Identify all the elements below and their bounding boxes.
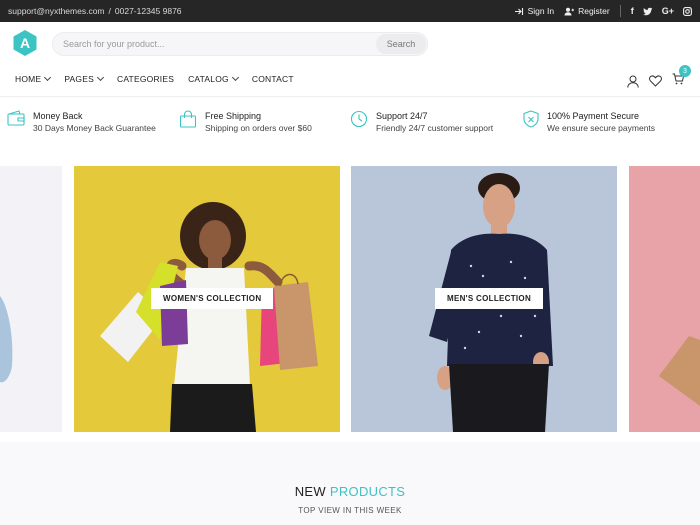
sign-in-link[interactable]: Sign In: [514, 6, 554, 16]
site-logo[interactable]: A: [12, 29, 38, 57]
nav-item-pages[interactable]: PAGES: [64, 73, 105, 84]
wallet-icon: [7, 110, 25, 126]
banner-partial-left[interactable]: [0, 166, 62, 432]
social-links: f G+: [631, 6, 692, 16]
search-bar: Search: [52, 32, 428, 56]
feature-subtitle: We ensure secure payments: [547, 123, 656, 133]
search-button[interactable]: Search: [376, 34, 426, 54]
nav-item-home[interactable]: HOME: [15, 73, 52, 84]
top-bar: support@nyxthemes.com / 0027-12345 9876 …: [0, 0, 700, 22]
header-actions: 3: [627, 65, 691, 90]
nav-item-label: CONTACT: [251, 74, 294, 84]
features-strip: Money Back 30 Days Money Back Guarantee …: [0, 110, 700, 144]
model-photo: [629, 166, 700, 432]
sign-in-label: Sign In: [527, 6, 555, 16]
section-title-accent: PRODUCTS: [329, 484, 406, 499]
banner-label: MEN'S COLLECTION: [435, 288, 544, 309]
nav-item-label: CATEGORIES: [116, 74, 175, 84]
feature-title: Money Back: [33, 111, 83, 121]
feature-payment-secure: 100% Payment Secure We ensure secure pay…: [523, 110, 655, 134]
header-divider: [0, 96, 700, 97]
section-title-prefix: NEW: [294, 484, 326, 499]
facebook-icon[interactable]: f: [631, 6, 634, 16]
chevron-down-icon: [231, 73, 239, 82]
clock-icon: [350, 110, 368, 128]
feature-money-back: Money Back 30 Days Money Back Guarantee: [7, 110, 156, 134]
section-title: NEW PRODUCTS: [0, 484, 700, 499]
main-nav: HOME PAGES CATEGORIES CATALOG CONTACT 3: [0, 65, 700, 96]
search-input[interactable]: [53, 33, 353, 55]
model-photo: [0, 296, 13, 383]
nav-item-catalog[interactable]: CATALOG: [188, 73, 239, 84]
feature-title: 100% Payment Secure: [547, 111, 640, 121]
banner-womens-collection[interactable]: WOMEN'S COLLECTION: [74, 166, 340, 432]
nav-item-label: HOME: [15, 74, 42, 84]
logo-hexagon-icon: A: [13, 30, 37, 56]
contact-divider: /: [108, 6, 111, 16]
add-user-icon: [564, 7, 575, 15]
register-link[interactable]: Register: [564, 6, 610, 16]
instagram-icon[interactable]: [683, 6, 692, 16]
banner-mens-collection[interactable]: MEN'S COLLECTION: [351, 166, 617, 432]
feature-subtitle: 30 Days Money Back Guarantee: [33, 123, 156, 133]
shield-icon: [523, 110, 539, 128]
user-icon[interactable]: [627, 75, 639, 88]
nav-item-contact[interactable]: CONTACT: [252, 74, 294, 84]
nav-item-label: PAGES: [64, 74, 94, 84]
feature-title: Support 24/7: [376, 111, 428, 121]
shopping-bag-icon: [179, 110, 197, 128]
nav-item-label: CATALOG: [188, 74, 229, 84]
feature-free-shipping: Free Shipping Shipping on orders over $6…: [179, 110, 312, 134]
cart-button[interactable]: 3: [672, 65, 691, 90]
banner-label: WOMEN'S COLLECTION: [151, 288, 274, 309]
feature-title: Free Shipping: [205, 111, 262, 121]
collection-banners: WOMEN'S COLLECTION MEN'S COLLECTION: [0, 166, 700, 432]
register-label: Register: [578, 6, 610, 16]
sign-in-icon: [514, 7, 523, 15]
nav-menu: HOME PAGES CATEGORIES CATALOG CONTACT: [15, 73, 294, 84]
topbar-right: Sign In Register f G+: [514, 5, 692, 17]
nav-item-categories[interactable]: CATEGORIES: [117, 74, 174, 84]
new-products-section: NEW PRODUCTS TOP VIEW IN THIS WEEK: [0, 442, 700, 525]
feature-subtitle: Friendly 24/7 customer support: [376, 123, 494, 133]
feature-support: Support 24/7 Friendly 24/7 customer supp…: [350, 110, 493, 134]
chevron-down-icon: [96, 73, 105, 82]
site-header: A Search: [0, 22, 700, 66]
heart-icon[interactable]: [649, 75, 662, 87]
chevron-down-icon: [44, 73, 52, 82]
google-plus-icon[interactable]: G+: [662, 6, 674, 16]
section-subtitle: TOP VIEW IN THIS WEEK: [298, 506, 402, 515]
topbar-separator: [619, 5, 621, 17]
feature-subtitle: Shipping on orders over $60: [205, 123, 312, 133]
twitter-icon[interactable]: [642, 7, 653, 16]
banner-partial-right[interactable]: [629, 166, 700, 432]
support-email[interactable]: support@nyxthemes.com: [8, 6, 105, 16]
cart-count-badge: 3: [679, 65, 691, 77]
contact-info: support@nyxthemes.com / 0027-12345 9876: [8, 6, 182, 16]
logo-letter: A: [20, 35, 30, 51]
support-phone[interactable]: 0027-12345 9876: [115, 6, 182, 16]
